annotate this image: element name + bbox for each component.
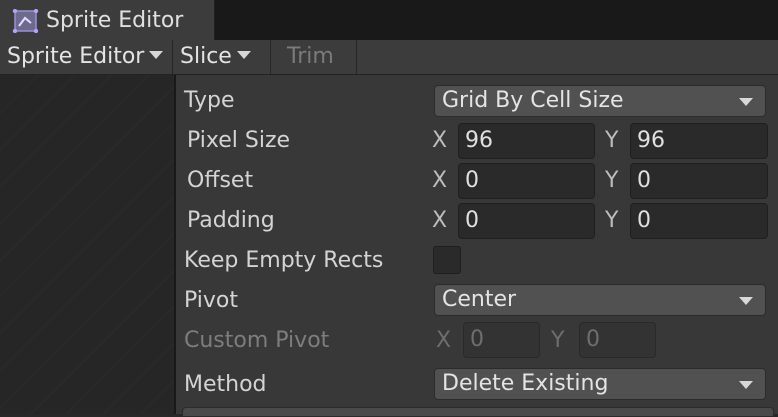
trim-button[interactable]: Trim bbox=[287, 40, 334, 74]
padding-y-field[interactable]: 0 bbox=[630, 203, 768, 239]
offset-label: Offset bbox=[187, 168, 254, 193]
chevron-down-icon bbox=[739, 381, 753, 389]
sprite-editor-mode-label: Sprite Editor bbox=[7, 44, 145, 69]
type-value: Grid By Cell Size bbox=[442, 88, 624, 113]
pixel-size-x-field[interactable]: 96 bbox=[458, 123, 595, 159]
tab-title: Sprite Editor bbox=[46, 8, 184, 33]
sprite-canvas[interactable] bbox=[0, 75, 174, 414]
keep-empty-rects-label: Keep Empty Rects bbox=[184, 248, 384, 273]
chevron-down-icon bbox=[236, 51, 251, 59]
pivot-value: Center bbox=[442, 287, 517, 312]
custom-pivot-y-label: Y bbox=[551, 328, 565, 353]
slice-menu-label: Slice bbox=[180, 44, 232, 69]
type-dropdown[interactable]: Grid By Cell Size bbox=[434, 85, 766, 117]
sprite-editor-icon bbox=[12, 9, 39, 33]
chevron-down-icon bbox=[739, 98, 753, 106]
pixel-size-label: Pixel Size bbox=[187, 128, 291, 153]
offset-y-field[interactable]: 0 bbox=[630, 163, 768, 199]
padding-y-label: Y bbox=[605, 208, 619, 233]
custom-pivot-x-label: X bbox=[436, 328, 452, 353]
slice-button-partial[interactable] bbox=[182, 407, 774, 417]
toolbar-divider bbox=[172, 40, 173, 74]
slice-popup-panel: Type Grid By Cell Size Pixel Size X 96 Y… bbox=[174, 75, 778, 417]
type-label: Type bbox=[184, 88, 235, 113]
slice-menu-button[interactable]: Slice bbox=[180, 40, 251, 74]
padding-x-label: X bbox=[432, 208, 448, 233]
custom-pivot-y-field: 0 bbox=[579, 322, 656, 358]
offset-x-field[interactable]: 0 bbox=[458, 163, 595, 199]
method-dropdown[interactable]: Delete Existing bbox=[434, 368, 766, 400]
sprite-editor-tab[interactable]: Sprite Editor bbox=[0, 0, 215, 40]
custom-pivot-x-field: 0 bbox=[463, 322, 540, 358]
pixel-size-x-label: X bbox=[432, 128, 448, 153]
chevron-down-icon bbox=[149, 51, 164, 59]
sprite-editor-mode-menu[interactable]: Sprite Editor bbox=[7, 40, 164, 74]
chevron-down-icon bbox=[739, 297, 753, 305]
editor-toolbar: Sprite Editor Slice Trim bbox=[0, 40, 778, 75]
method-label: Method bbox=[184, 372, 267, 397]
offset-y-label: Y bbox=[605, 168, 619, 193]
padding-label: Padding bbox=[187, 208, 275, 233]
padding-x-field[interactable]: 0 bbox=[458, 203, 595, 239]
offset-x-label: X bbox=[432, 168, 448, 193]
pivot-label: Pivot bbox=[184, 288, 239, 313]
custom-pivot-label: Custom Pivot bbox=[184, 328, 330, 353]
pixel-size-y-field[interactable]: 96 bbox=[630, 123, 768, 159]
keep-empty-rects-checkbox[interactable] bbox=[433, 246, 461, 274]
method-value: Delete Existing bbox=[442, 371, 609, 396]
window-title-bar: Sprite Editor bbox=[0, 0, 778, 40]
toolbar-divider bbox=[356, 40, 357, 74]
toolbar-divider bbox=[270, 40, 271, 74]
pixel-size-y-label: Y bbox=[605, 128, 619, 153]
pivot-dropdown[interactable]: Center bbox=[434, 284, 766, 316]
